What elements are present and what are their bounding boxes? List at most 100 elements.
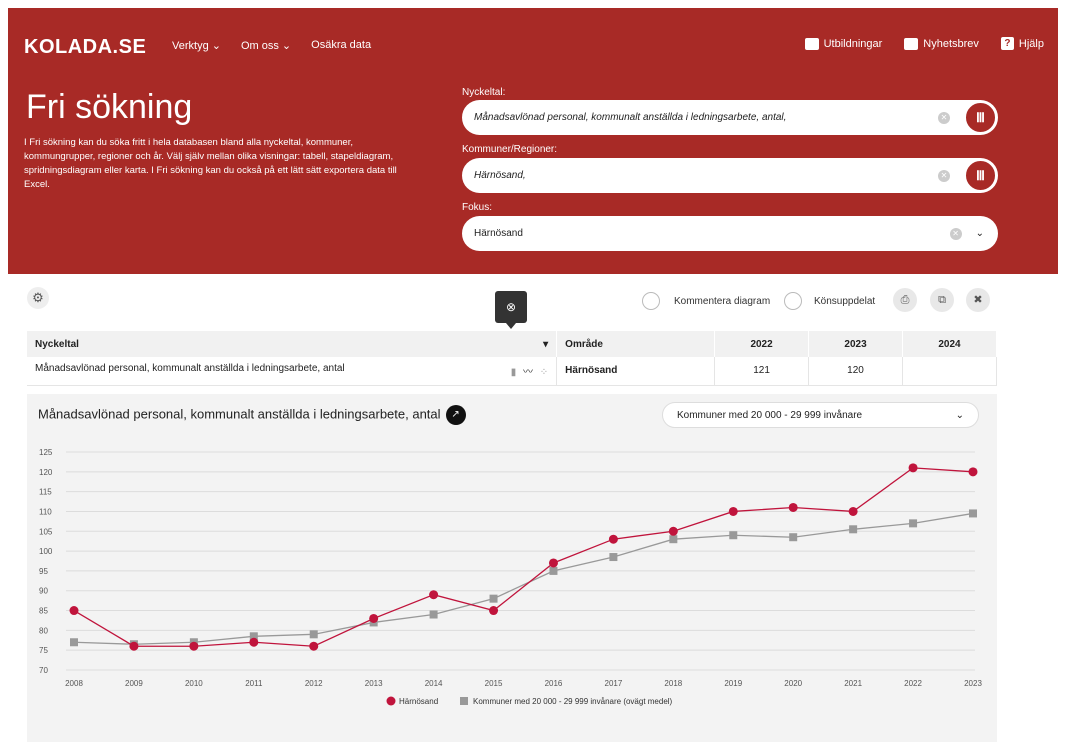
gear-icon[interactable]: ⚙	[27, 287, 49, 309]
data-point	[249, 637, 259, 647]
gender-label: Könsuppdelat	[814, 295, 876, 307]
kpi-value: Månadsavlönad personal, kommunalt anstäl…	[474, 112, 787, 123]
data-point	[908, 463, 918, 473]
comment-chart-toggle[interactable]: Kommentera diagram	[642, 292, 770, 310]
legend-marker	[386, 696, 396, 706]
data-point	[969, 509, 977, 518]
gender-split-toggle[interactable]: Könsuppdelat	[784, 292, 875, 310]
mail-icon	[904, 37, 919, 50]
y-tick-label: 125	[39, 448, 53, 457]
nav-tools[interactable]: Verktyg ⌄	[172, 39, 221, 52]
data-point	[669, 535, 678, 544]
radio-icon[interactable]	[784, 292, 802, 310]
focus-value: Härnösand	[474, 228, 523, 239]
x-tick-label: 2016	[545, 679, 563, 688]
external-link-icon[interactable]: ↗	[445, 405, 466, 425]
y-tick-label: 95	[39, 567, 48, 576]
data-point	[309, 630, 318, 639]
series-line	[73, 512, 974, 645]
data-table: Nyckeltal ▾ Område 2022 2023 2024 Månadsa…	[27, 331, 997, 386]
y-tick-label: 80	[39, 626, 48, 635]
logo[interactable]: KOLADA.SE	[24, 36, 146, 59]
data-point	[728, 506, 738, 516]
y-tick-label: 120	[39, 468, 53, 477]
top-margin	[0, 0, 1066, 8]
data-point	[848, 506, 858, 516]
help-link[interactable]: ? Hjälp	[1000, 37, 1044, 50]
cell-2022: 121	[714, 357, 810, 386]
clear-icon[interactable]: ✕	[938, 169, 950, 182]
newsletter-label: Nyhetsbrev	[923, 37, 979, 50]
data-point	[489, 606, 499, 616]
print-icon[interactable]: ⎙	[893, 288, 917, 312]
chart-title: Månadsavlönad personal, kommunalt anstäl…	[38, 405, 466, 425]
data-point	[909, 519, 918, 528]
header-2024[interactable]: 2024	[902, 331, 997, 357]
focus-label: Fokus:	[462, 202, 493, 213]
header-2023[interactable]: 2023	[808, 331, 903, 357]
y-tick-label: 85	[39, 607, 48, 616]
data-point	[429, 590, 439, 600]
data-point	[70, 638, 78, 647]
table-row[interactable]: Månadsavlönad personal, kommunalt anstäl…	[27, 357, 997, 386]
scatter-icon[interactable]: ⁘	[540, 367, 548, 378]
header-kpi[interactable]: Nyckeltal ▾	[27, 331, 558, 357]
nav-about[interactable]: Om oss ⌄	[241, 39, 291, 52]
bar-chart-icon[interactable]: ▮	[511, 367, 517, 378]
courses-link[interactable]: Utbildningar	[804, 37, 882, 50]
y-tick-label: 90	[39, 587, 48, 596]
data-point	[729, 531, 738, 540]
region-field[interactable]: Härnösand, ✕ Ⅲ	[462, 158, 998, 193]
y-tick-label: 115	[39, 488, 52, 497]
comment-label: Kommentera diagram	[674, 295, 771, 307]
right-nav: Utbildningar Nyhetsbrev ? Hjälp	[804, 37, 1044, 50]
data-point	[309, 641, 319, 651]
data-point	[609, 553, 618, 562]
legend-label: Kommuner med 20 000 - 29 999 invånare (o…	[473, 697, 673, 706]
series-line	[73, 467, 974, 647]
x-tick-label: 2022	[904, 679, 922, 688]
x-tick-label: 2008	[65, 679, 83, 688]
header-2022[interactable]: 2022	[714, 331, 810, 357]
clear-icon[interactable]: ✕	[938, 111, 950, 124]
x-tick-label: 2019	[724, 679, 742, 688]
nav-uncertain-data[interactable]: Osäkra data	[311, 39, 371, 52]
focus-select[interactable]: Härnösand ✕ ⌄	[462, 216, 998, 251]
x-tick-label: 2020	[784, 679, 802, 688]
data-point	[548, 558, 558, 568]
x-tick-label: 2018	[664, 679, 682, 688]
chevron-down-icon: ▾	[543, 338, 549, 350]
comparison-value: Kommuner med 20 000 - 29 999 invånare	[677, 409, 863, 421]
newsletter-link[interactable]: Nyhetsbrev	[904, 37, 979, 50]
kpi-picker-button[interactable]: Ⅲ	[964, 101, 997, 134]
kpi-field[interactable]: Månadsavlönad personal, kommunalt anstäl…	[462, 100, 998, 135]
data-point	[788, 502, 798, 512]
cell-area: Härnösand	[556, 357, 716, 386]
data-point	[608, 534, 618, 544]
x-tick-label: 2012	[305, 679, 323, 688]
data-point	[549, 566, 558, 575]
copy-icon[interactable]: ⧉	[930, 288, 954, 312]
line-chart: 70 75 80 85 90 95 100 105 110 115 120 125 2008 2009 20…	[39, 448, 982, 706]
comparison-select[interactable]: Kommuner med 20 000 - 29 999 invånare ⌄	[662, 402, 979, 428]
line-chart-icon[interactable]: 〰	[523, 367, 533, 378]
x-tick-label: 2011	[245, 679, 263, 688]
data-point	[129, 641, 139, 651]
data-point	[789, 533, 798, 542]
x-tick-label: 2017	[605, 679, 623, 688]
clear-icon[interactable]: ✕	[949, 227, 962, 240]
y-tick-label: 70	[39, 666, 48, 675]
page-description: I Fri sökning kan du söka fritt i hela d…	[24, 137, 397, 190]
radio-icon[interactable]	[642, 292, 660, 310]
region-picker-button[interactable]: Ⅲ	[964, 159, 997, 192]
header-area[interactable]: Område	[556, 331, 716, 357]
region-label: Kommuner/Regioner:	[462, 144, 558, 155]
tooltip-close-icon[interactable]: ⊗	[495, 291, 527, 329]
excel-icon[interactable]: ✖	[966, 288, 990, 312]
chevron-down-icon: ⌄	[955, 409, 964, 421]
page: KOLADA.SE Verktyg ⌄ Om oss ⌄ Osäkra data…	[0, 0, 1066, 742]
data-point	[489, 594, 498, 603]
cell-2024	[902, 357, 997, 386]
data-point	[849, 525, 858, 534]
x-tick-label: 2013	[365, 679, 383, 688]
